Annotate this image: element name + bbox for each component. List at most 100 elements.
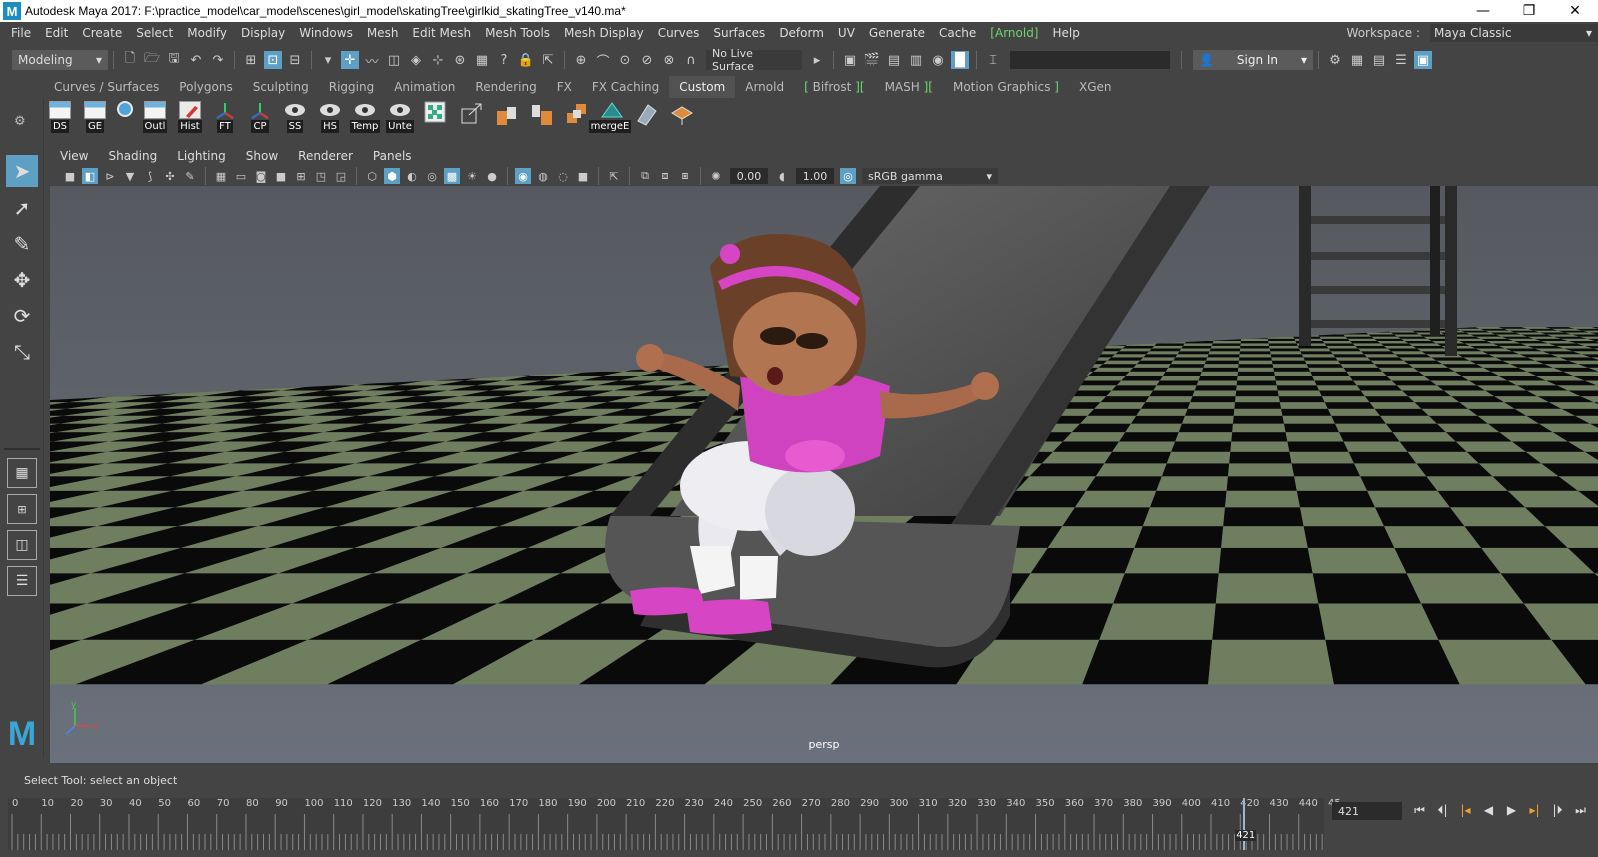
xray-icon[interactable]: ⧉ <box>637 168 653 184</box>
undo-icon[interactable]: ↶ <box>187 51 205 69</box>
select-component-icon[interactable]: ⊟ <box>286 51 304 69</box>
textured-icon[interactable]: ▩ <box>444 168 460 184</box>
menu-curves[interactable]: Curves <box>651 26 707 40</box>
shelf-tab-xgen[interactable]: XGen <box>1069 76 1122 98</box>
menu-mesh[interactable]: Mesh <box>360 26 406 40</box>
wireframe-icon[interactable]: ⬡ <box>364 168 380 184</box>
menu-create[interactable]: Create <box>75 26 129 40</box>
bookmark-camera-icon[interactable]: ⊳ <box>102 168 118 184</box>
highlight-selection-icon[interactable]: ⇱ <box>539 51 557 69</box>
shelf-tab-rigging[interactable]: Rigging <box>319 76 384 98</box>
modeling-toolkit-icon[interactable]: ⚙ <box>1326 51 1344 69</box>
grease-pencil-icon[interactable]: ✎ <box>182 168 198 184</box>
default-lighting-icon[interactable]: ◐ <box>404 168 420 184</box>
save-scene-icon[interactable]: 🖫 <box>165 51 183 69</box>
gate-mask-icon[interactable]: ■ <box>273 168 289 184</box>
shelf-tab-motion-graphics[interactable]: Motion Graphics ] <box>943 76 1069 98</box>
motion-blur-icon[interactable]: ◍ <box>535 168 551 184</box>
step-back-key-icon[interactable]: |◂ <box>1454 800 1477 820</box>
select-dynamics-icon[interactable]: ⊛ <box>451 51 469 69</box>
use-all-lights-icon[interactable]: ☀ <box>464 168 480 184</box>
exposure-field[interactable]: 0.00 <box>730 168 768 184</box>
select-hierarchy-icon[interactable]: ⊞ <box>242 51 260 69</box>
menu-edit[interactable]: Edit <box>38 26 75 40</box>
select-joints-icon[interactable]: ⊹ <box>429 51 447 69</box>
film-gate-icon[interactable]: ▭ <box>233 168 249 184</box>
shelf-tab-custom[interactable]: Custom <box>669 76 736 98</box>
anti-aliasing-icon[interactable]: ◌ <box>555 168 571 184</box>
four-view-layout-icon[interactable]: ⊞ <box>7 494 37 524</box>
panel-menu-renderer[interactable]: Renderer <box>288 149 363 163</box>
snap-point-icon[interactable]: ⊙ <box>616 51 634 69</box>
shelf-tab-animation[interactable]: Animation <box>384 76 465 98</box>
shelf-button-untemplate[interactable]: Unte <box>384 101 416 135</box>
snap-live-icon[interactable]: ⊗ <box>660 51 678 69</box>
panel-menu-panels[interactable]: Panels <box>363 149 422 163</box>
go-to-start-icon[interactable]: ⏮ <box>1408 800 1431 820</box>
gear-icon[interactable]: ⚙ <box>14 114 26 129</box>
input-field-mode-icon[interactable]: ⌶ <box>984 51 1002 69</box>
menu-file[interactable]: File <box>4 26 38 40</box>
minimize-button[interactable]: — <box>1460 0 1506 22</box>
shelf-button-combine[interactable] <box>489 101 521 135</box>
shelf-button-extract[interactable] <box>559 101 591 135</box>
shelf-button-merge[interactable]: mergeE <box>588 101 632 135</box>
shelf-button-bridge[interactable] <box>629 101 661 135</box>
shelf-button-ds[interactable]: DS <box>44 101 76 135</box>
exposure-icon[interactable]: ✺ <box>708 168 724 184</box>
shelf-button-extrude[interactable] <box>454 101 486 135</box>
persp-outliner-layout-icon[interactable]: ◫ <box>7 530 37 560</box>
menu-surfaces[interactable]: Surfaces <box>706 26 772 40</box>
shelf-button-template[interactable]: Temp <box>349 101 381 135</box>
viewport-scene[interactable]: y x <box>50 186 1598 763</box>
tool-settings-icon[interactable]: ▤ <box>1370 51 1388 69</box>
hypershade-icon[interactable]: ◉ <box>929 51 947 69</box>
screen-space-ao-icon[interactable]: ◉ <box>515 168 531 184</box>
select-curves-icon[interactable]: 〰 <box>363 51 381 70</box>
menu-windows[interactable]: Windows <box>292 26 360 40</box>
shadows-icon[interactable]: ● <box>484 168 500 184</box>
wireframe-on-shaded-icon[interactable]: ◎ <box>424 168 440 184</box>
select-deform-icon[interactable]: ◈ <box>407 51 425 69</box>
panel-menu-show[interactable]: Show <box>236 149 288 163</box>
render-view-icon[interactable]: ▣ <box>841 51 859 69</box>
shelf-button-checker[interactable] <box>419 101 451 135</box>
time-slider-track[interactable]: 0 10 20 30 40 50 60 70 80 90 100 110 120 130 140 150 160… <box>8 798 1341 850</box>
menu-arnold[interactable]: [Arnold] <box>983 26 1045 40</box>
step-forward-key-icon[interactable]: ▸| <box>1523 800 1546 820</box>
redo-icon[interactable]: ↷ <box>209 51 227 69</box>
isolate-select-icon[interactable]: ⇱ <box>606 168 622 184</box>
shelf-button-show-selected[interactable]: SS <box>279 101 311 135</box>
ipr-render-icon[interactable]: ▤ <box>885 51 903 69</box>
shelf-button-hide-selected[interactable]: HS <box>314 101 346 135</box>
camera-icon[interactable]: ■ <box>62 168 78 184</box>
menu-generate[interactable]: Generate <box>862 26 932 40</box>
menu-mesh-display[interactable]: Mesh Display <box>557 26 651 40</box>
shelf-tab-rendering[interactable]: Rendering <box>465 76 546 98</box>
select-mask-icon[interactable]: ▾ <box>319 51 337 69</box>
select-tool-icon[interactable]: ➤ <box>6 155 38 187</box>
menu-edit-mesh[interactable]: Edit Mesh <box>405 26 478 40</box>
render-settings-icon[interactable]: ▥ <box>907 51 925 69</box>
workspace-dropdown[interactable]: Maya Classic ▾ <box>1430 24 1598 42</box>
panel-menu-shading[interactable]: Shading <box>98 149 167 163</box>
current-time-marker[interactable] <box>1243 798 1246 850</box>
menu-select[interactable]: Select <box>129 26 180 40</box>
select-surfaces-icon[interactable]: ◫ <box>385 51 403 69</box>
sign-in-button[interactable]: 👤 Sign In ▾ <box>1193 50 1313 70</box>
menu-deform[interactable]: Deform <box>772 26 831 40</box>
rotate-tool-icon[interactable]: ⟳ <box>6 300 38 332</box>
open-scene-icon[interactable]: 🗁 <box>143 51 161 69</box>
gamma-field[interactable]: 1.00 <box>796 168 834 184</box>
shelf-tab-polygons[interactable]: Polygons <box>169 76 242 98</box>
current-frame-field[interactable]: 421 <box>1332 802 1402 820</box>
depth-of-field-icon[interactable]: ■ <box>575 168 591 184</box>
gamma-icon[interactable]: ◖ <box>774 168 790 184</box>
close-button[interactable]: ✕ <box>1552 0 1598 22</box>
attribute-editor-icon[interactable]: ▦ <box>1348 51 1366 69</box>
shelf-button-center-pivot[interactable]: CP <box>244 101 276 135</box>
paint-select-tool-icon[interactable]: ✎ <box>6 228 38 260</box>
move-tool-icon[interactable]: ✥ <box>6 264 38 296</box>
resolution-gate-icon[interactable]: ◙ <box>253 168 269 184</box>
channel-layer-icon[interactable]: ▣ <box>1414 51 1432 69</box>
